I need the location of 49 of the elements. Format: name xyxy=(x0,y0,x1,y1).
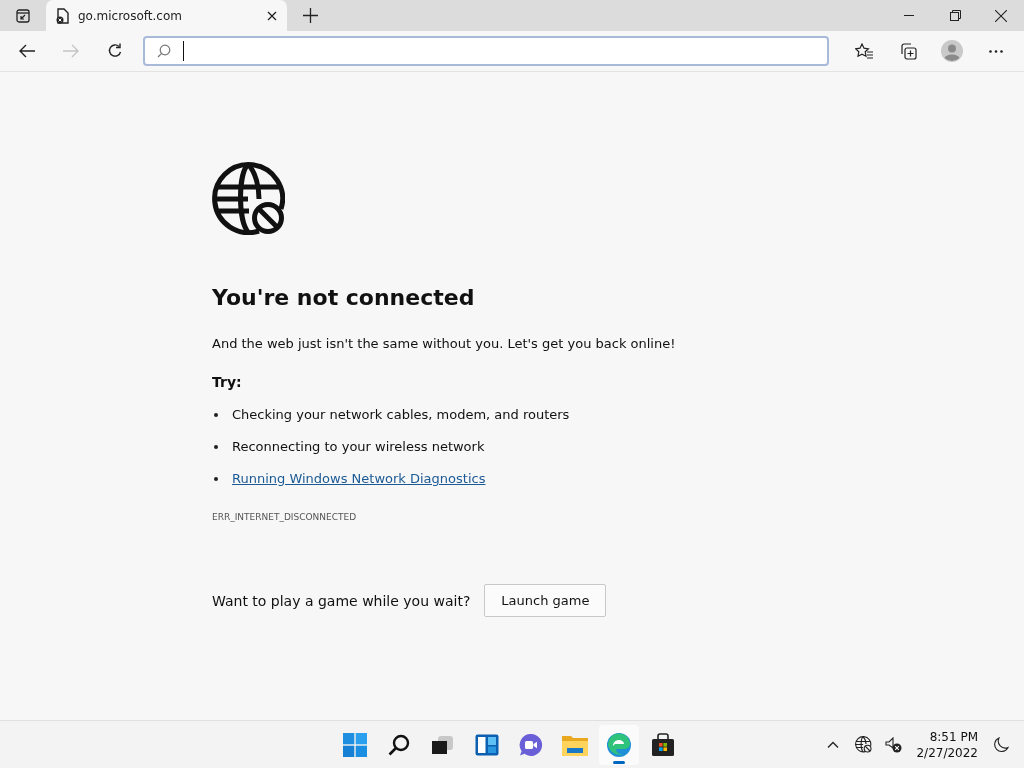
back-arrow-icon xyxy=(18,44,35,58)
browser-tab[interactable]: go.microsoft.com xyxy=(46,0,287,31)
game-prompt: Want to play a game while you wait? xyxy=(212,592,471,609)
tab-title: go.microsoft.com xyxy=(78,8,183,23)
search-icon xyxy=(156,44,171,58)
folder-icon xyxy=(562,733,588,756)
windows-logo-icon xyxy=(343,732,367,757)
close-icon xyxy=(995,9,1007,22)
minimize-icon xyxy=(904,15,914,16)
collections-icon xyxy=(899,42,918,60)
task-view-icon xyxy=(431,734,455,755)
diagnostics-link[interactable]: Running Windows Network Diagnostics xyxy=(232,471,486,486)
moon-icon xyxy=(993,736,1009,753)
suggestion-text: Checking your network cables, modem, and routers xyxy=(232,407,570,422)
bullet xyxy=(214,412,218,417)
error-message: And the web just isn't the same without you. Let's get you back online! xyxy=(212,336,676,351)
avatar-icon xyxy=(941,40,964,62)
speaker-muted-icon xyxy=(884,736,902,753)
clock-time: 8:51 PM xyxy=(929,728,978,745)
chevron-up-icon xyxy=(827,741,840,748)
error-code: ERR_INTERNET_DISCONNECTED xyxy=(212,512,357,522)
suggestion-text: Reconnecting to your wireless network xyxy=(232,439,485,454)
close-icon xyxy=(267,10,277,21)
tab-actions-icon xyxy=(16,8,30,23)
bullet xyxy=(214,444,218,449)
more-icon xyxy=(989,49,1003,53)
page-error-icon xyxy=(56,7,70,24)
text-cursor xyxy=(182,41,185,61)
refresh-icon xyxy=(106,43,123,59)
star-list-icon xyxy=(855,43,874,59)
globe-blocked-icon xyxy=(212,162,285,235)
shopping-bag-icon xyxy=(651,732,675,757)
video-chat-icon xyxy=(519,732,543,757)
launch-game-button[interactable]: Launch game xyxy=(484,584,607,617)
globe-blocked-icon xyxy=(854,736,872,753)
bullet xyxy=(214,476,218,481)
widgets-icon xyxy=(475,733,499,756)
active-indicator xyxy=(613,760,625,764)
search-icon xyxy=(388,733,410,756)
plus-icon xyxy=(302,8,318,23)
browser-logo-icon xyxy=(606,731,632,758)
address-field[interactable] xyxy=(142,36,829,66)
error-heading: You're not connected xyxy=(212,285,475,310)
forward-arrow-icon xyxy=(62,44,79,58)
clock-date: 2/27/2022 xyxy=(916,744,978,761)
try-label: Try: xyxy=(212,374,242,390)
clock-button[interactable]: 8:51 PM 2/27/2022 xyxy=(910,728,984,761)
close-tab-button[interactable] xyxy=(267,10,277,21)
restore-icon xyxy=(949,10,961,21)
